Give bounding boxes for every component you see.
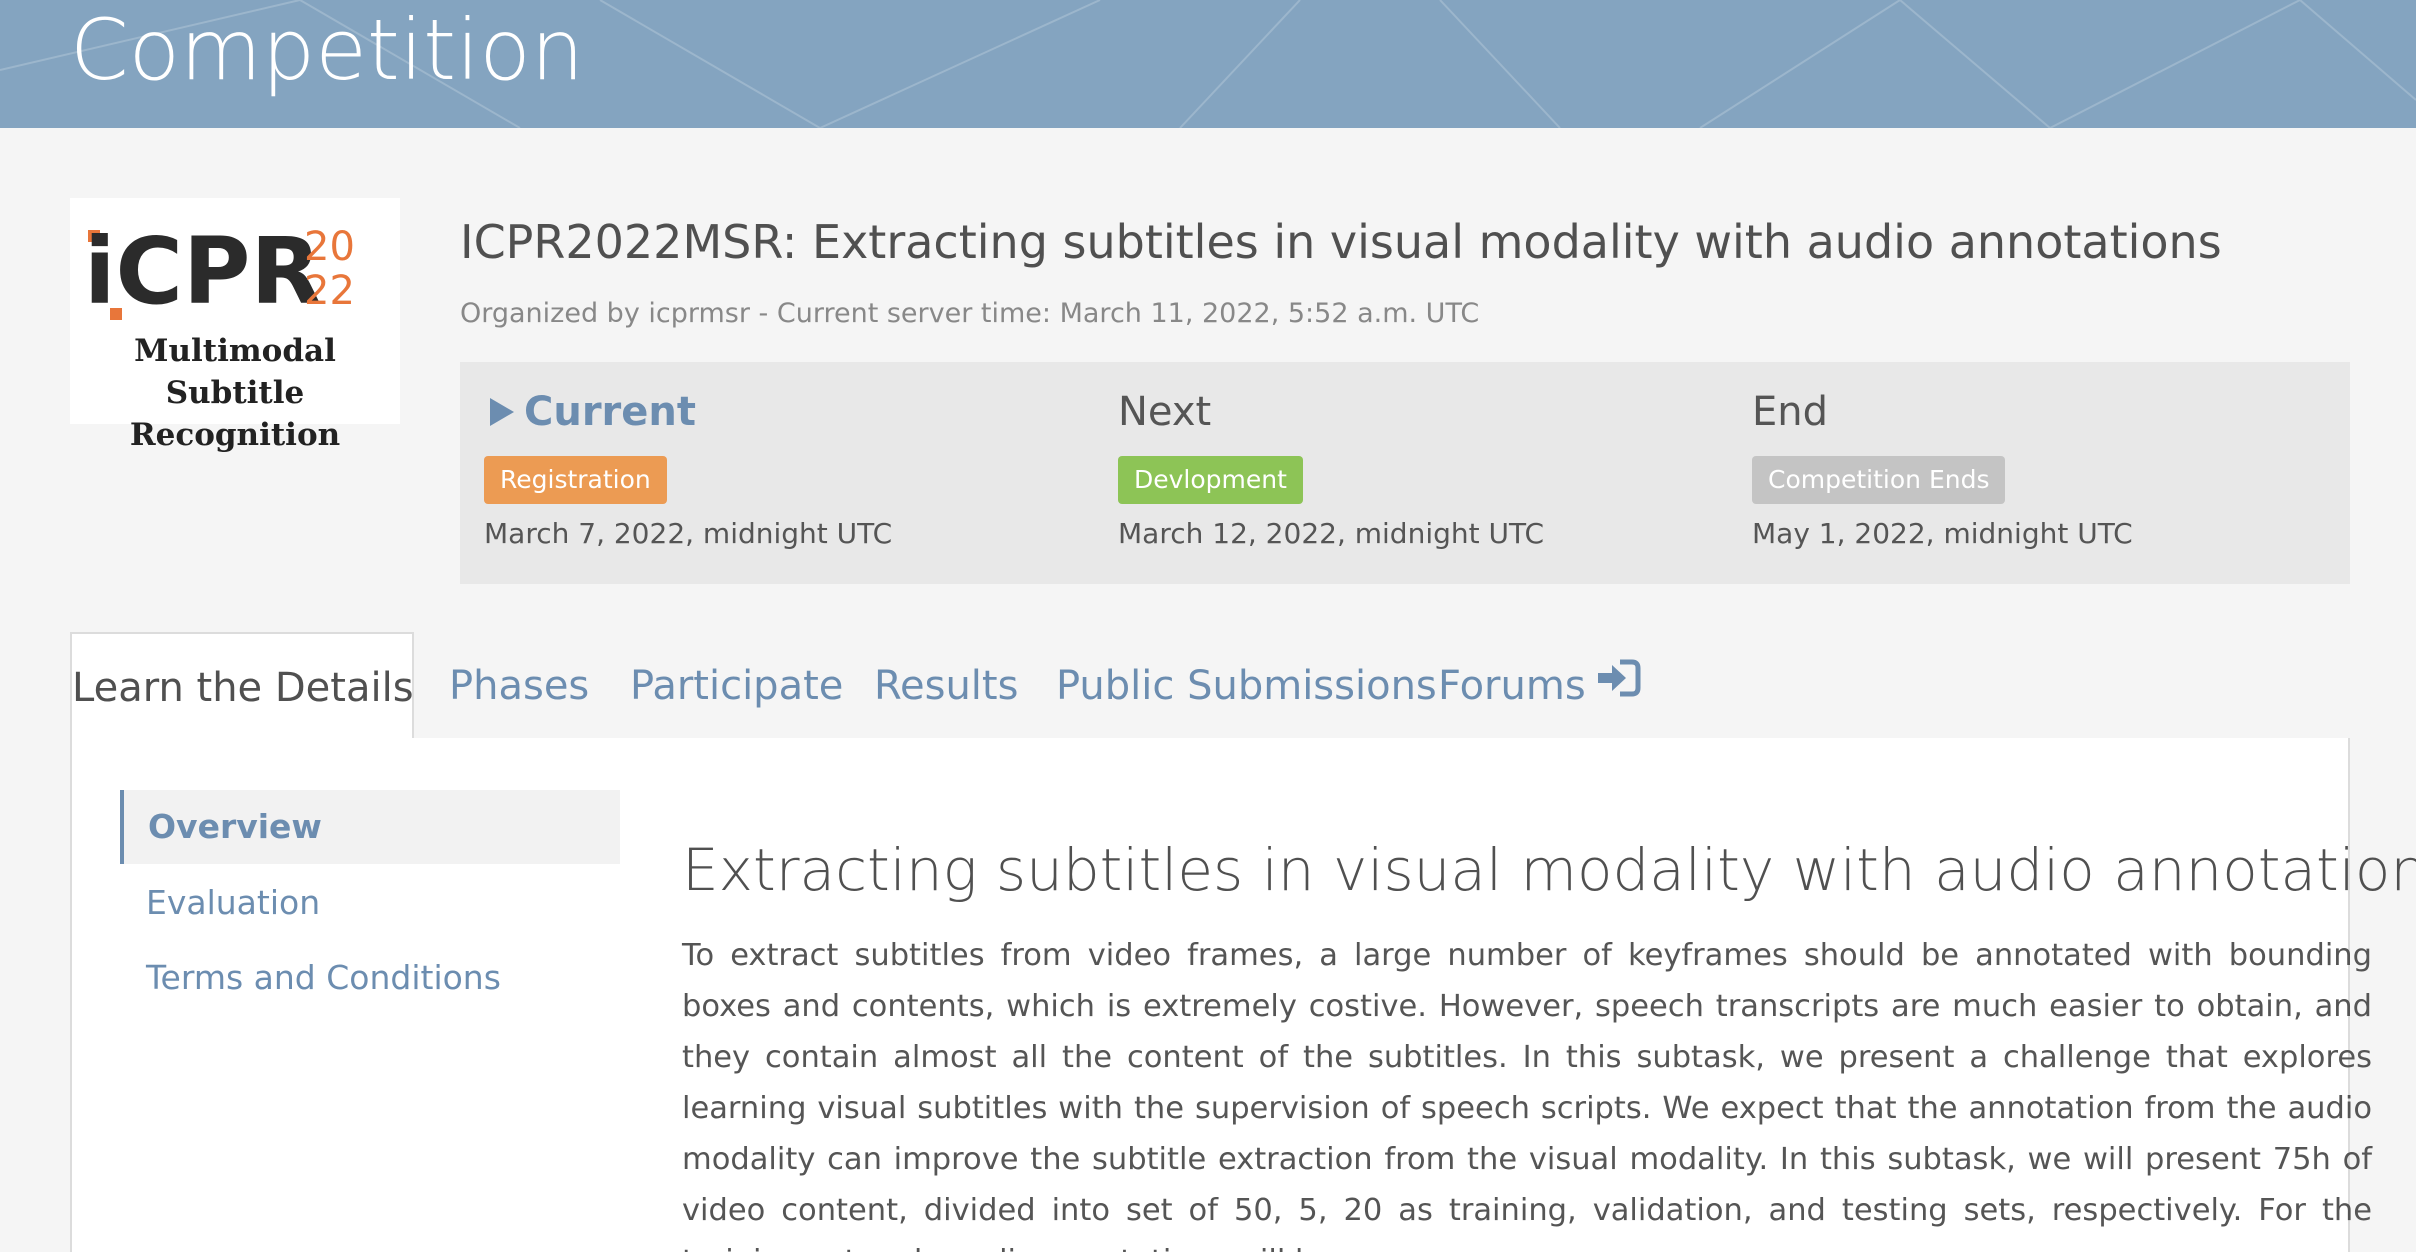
tab-participate[interactable]: Participate xyxy=(630,632,843,740)
phase-end-date: May 1, 2022, midnight UTC xyxy=(1752,517,2133,550)
play-icon xyxy=(490,398,514,426)
phase-current-label: Current xyxy=(524,389,697,435)
content-paragraph: To extract subtitles from video frames, … xyxy=(682,938,2372,1252)
competition-logo: iCPR 20 22 Multimodal Subtitle Recogniti… xyxy=(70,198,400,453)
page-title: ICPR2022MSR: Extracting subtitles in vis… xyxy=(460,215,2222,269)
tab-forums[interactable]: Forums xyxy=(1438,632,1642,740)
logo-caption-line1: Multimodal Subtitle xyxy=(134,333,336,411)
icpr-logo-mark: iCPR 20 22 xyxy=(84,218,355,325)
phase-next-badge: Devlopment xyxy=(1118,456,1303,504)
phase-end: End Competition Ends May 1, 2022, midnig… xyxy=(1752,386,2133,554)
details-panel: Overview Evaluation Terms and Conditions… xyxy=(70,738,2416,1252)
banner-title: Competition xyxy=(70,1,585,99)
content-heading: Extracting subtitles in visual modality … xyxy=(682,836,2416,904)
tab-forums-label: Forums xyxy=(1438,663,1586,709)
phase-timeline: Current Registration March 7, 2022, midn… xyxy=(460,362,2350,584)
phase-end-badge: Competition Ends xyxy=(1752,456,2006,504)
logo-caption-line2: Recognition xyxy=(129,417,341,453)
phase-current-badge: Registration xyxy=(484,456,667,504)
phase-current-heading: Current xyxy=(484,386,892,438)
sidebar-item-evaluation[interactable]: Evaluation xyxy=(120,866,620,940)
phase-current: Current Registration March 7, 2022, midn… xyxy=(484,386,892,554)
sign-in-icon xyxy=(1594,631,1642,739)
phase-next-label: Next xyxy=(1118,389,1212,435)
tab-public-submissions[interactable]: Public Submissions xyxy=(1056,632,1437,740)
logo-year-top: 20 xyxy=(304,224,355,270)
logo-letters: iCPR xyxy=(84,218,321,325)
logo-caption: Multimodal Subtitle Recognition xyxy=(70,330,400,456)
logo-year-bottom: 22 xyxy=(304,268,355,314)
tab-results[interactable]: Results xyxy=(874,632,1018,740)
phase-end-label: End xyxy=(1752,389,1829,435)
phase-next-date: March 12, 2022, midnight UTC xyxy=(1118,517,1545,550)
phase-next: Next Devlopment March 12, 2022, midnight… xyxy=(1118,386,1544,554)
sidebar-item-terms[interactable]: Terms and Conditions xyxy=(120,941,620,1015)
sidebar-item-overview[interactable]: Overview xyxy=(120,790,620,864)
header-banner: Competition xyxy=(0,0,2416,128)
phase-current-date: March 7, 2022, midnight UTC xyxy=(484,517,893,550)
organizer-info: Organized by icprmsr - Current server ti… xyxy=(460,298,1480,329)
tab-learn-the-details[interactable]: Learn the Details xyxy=(70,632,414,742)
tab-phases[interactable]: Phases xyxy=(449,632,589,740)
